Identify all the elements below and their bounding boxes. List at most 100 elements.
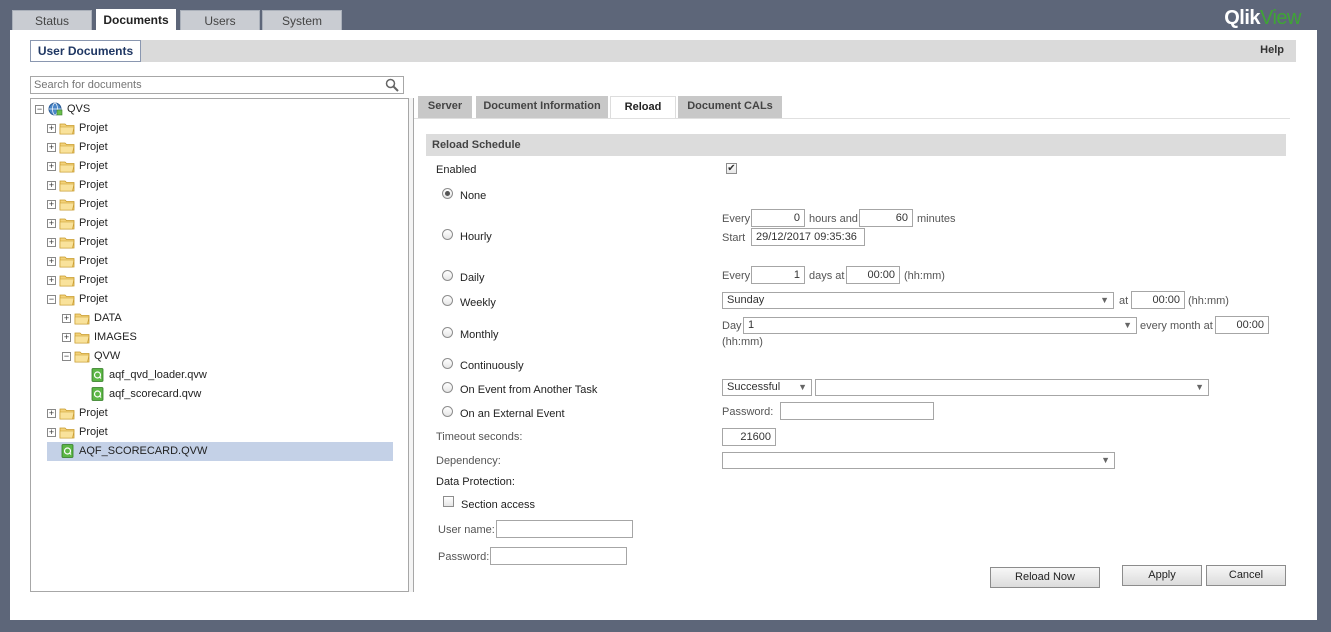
expand-icon[interactable]: + [47,162,56,171]
tree-node-root[interactable]: − QVS [33,100,403,119]
apply-button[interactable]: Apply [1122,565,1202,586]
collapse-icon[interactable]: − [47,295,56,304]
radio-event-task[interactable] [442,382,453,393]
radio-weekly[interactable] [442,295,453,306]
tree-node-folder[interactable]: − Projet [33,290,403,309]
external-password-input[interactable] [780,402,934,420]
dependency-select[interactable]: ▼ [722,452,1115,469]
hourly-minutes-input[interactable] [859,209,913,227]
expand-icon[interactable]: + [62,314,71,323]
section-access-label: Section access [461,499,535,511]
tree-node-folder[interactable]: + Projet [33,271,403,290]
tree-node-folder[interactable]: + Projet [33,195,403,214]
external-password-label: Password: [722,406,774,418]
tree-node-label: Projet [79,179,108,191]
tab-reload[interactable]: Reload [610,96,676,118]
search-icon[interactable] [385,78,399,92]
expand-icon[interactable]: + [47,257,56,266]
weekly-day-select[interactable]: Sunday ▼ [722,292,1114,309]
folder-icon [59,161,75,173]
radio-monthly[interactable] [442,327,453,338]
tree-node-folder[interactable]: + Projet [33,252,403,271]
weekly-format-label: (hh:mm) [1188,295,1229,307]
weekly-label: Weekly [460,297,496,309]
tab-server[interactable]: Server [418,96,472,118]
tab-document-information[interactable]: Document Information [476,96,608,118]
event-status-select[interactable]: Successful ▼ [722,379,812,396]
expand-icon[interactable]: + [62,333,71,342]
tree-node-label: Projet [79,293,108,305]
tree-node-folder[interactable]: + Projet [33,157,403,176]
tree-node-label: aqf_scorecard.qvw [109,388,202,400]
radio-daily[interactable] [442,270,453,281]
start-label: Start [722,232,746,244]
logo-view: View [1260,7,1302,29]
tree-node-folder[interactable]: + Projet [33,138,403,157]
cancel-button[interactable]: Cancel [1206,565,1286,586]
tab-users[interactable]: Users [180,10,260,31]
event-status-value: Successful [727,381,781,393]
tree-node-document[interactable]: aqf_scorecard.qvw [33,385,403,404]
document-tree: − QVS + Projet + Projet + Projet + Projet + Proje… [30,98,410,592]
folder-icon [59,256,75,268]
hourly-start-input[interactable] [751,228,865,246]
tree-node-folder[interactable]: + Projet [33,119,403,138]
tree-node-folder[interactable]: − QVW [33,347,403,366]
tab-status[interactable]: Status [12,10,92,31]
radio-external-event[interactable] [442,406,453,417]
radio-continuously[interactable] [442,358,453,369]
timeout-input[interactable] [722,428,776,446]
radio-none[interactable] [442,188,453,199]
logo-qlik: Qlik [1224,7,1260,29]
tree-node-folder[interactable]: + Projet [33,176,403,195]
tab-document-cals[interactable]: Document CALs [678,96,782,118]
tree-node-folder[interactable]: + Projet [33,423,403,442]
expand-icon[interactable]: + [47,181,56,190]
tree-node-label: Projet [79,255,108,267]
tree-node-label: aqf_qvd_loader.qvw [109,369,207,381]
tree-node-folder[interactable]: + IMAGES [33,328,403,347]
monthly-day-label: Day [722,320,742,332]
none-label: None [460,190,487,202]
search-input[interactable] [31,77,371,93]
folder-icon [74,332,90,344]
event-task-select[interactable]: ▼ [815,379,1209,396]
tree-node-folder[interactable]: + Projet [33,214,403,233]
section-access-checkbox[interactable] [443,496,454,507]
tree-node-folder[interactable]: + Projet [33,233,403,252]
help-link[interactable]: Help [1260,44,1284,56]
collapse-icon[interactable]: − [35,105,44,114]
radio-hourly[interactable] [442,229,453,240]
tree-node-label: QVS [67,103,91,115]
expand-icon[interactable]: + [47,219,56,228]
continuously-label: Continuously [460,360,524,372]
tree-node-document[interactable]: AQF_SCORECARD.QVW [47,442,393,461]
daily-time-input[interactable] [846,266,900,284]
tree-node-document[interactable]: aqf_qvd_loader.qvw [33,366,403,385]
monthly-day-value: 1 [748,319,755,331]
user-name-label: User name: [438,524,495,536]
expand-icon[interactable]: + [47,143,56,152]
user-documents-tab[interactable]: User Documents [30,40,141,62]
tab-system[interactable]: System [262,10,342,31]
expand-icon[interactable]: + [47,200,56,209]
tree-node-folder[interactable]: + Projet [33,404,403,423]
expand-icon[interactable]: + [47,428,56,437]
daily-days-input[interactable] [751,266,805,284]
tree-node-folder[interactable]: + DATA [33,309,403,328]
expand-icon[interactable]: + [47,276,56,285]
enabled-checkbox[interactable]: ✔ [726,163,737,174]
expand-icon[interactable]: + [47,124,56,133]
monthly-day-select[interactable]: 1 ▼ [743,317,1137,334]
expand-icon[interactable]: + [47,409,56,418]
password-input[interactable] [490,547,627,565]
weekly-time-input[interactable] [1131,291,1185,309]
tab-documents[interactable]: Documents [96,9,176,31]
expand-icon[interactable]: + [47,238,56,247]
collapse-icon[interactable]: − [62,352,71,361]
user-name-input[interactable] [496,520,633,538]
hourly-hours-input[interactable] [751,209,805,227]
monthly-time-input[interactable] [1215,316,1269,334]
reload-now-button[interactable]: Reload Now [990,567,1100,588]
folder-icon [59,199,75,211]
